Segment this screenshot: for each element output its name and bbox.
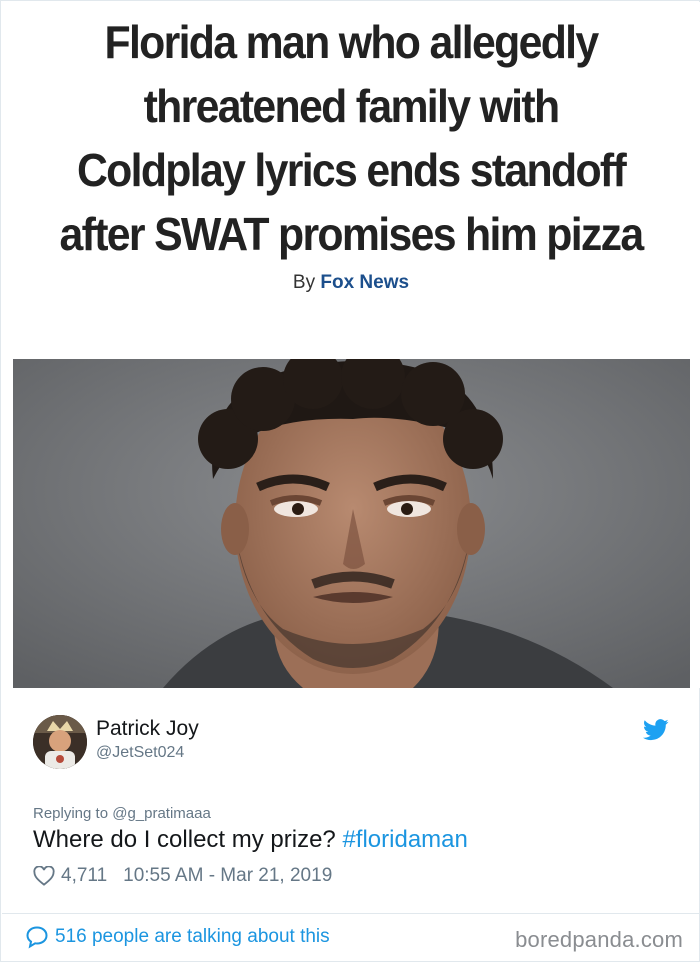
comment-bubble-icon xyxy=(26,926,48,949)
tweet-card: Florida man who allegedly threatened fam… xyxy=(0,0,700,962)
divider xyxy=(2,913,700,914)
avatar[interactable] xyxy=(33,715,87,769)
tweet-text: Where do I collect my prize? #floridaman xyxy=(33,826,468,854)
tweet-meta: 4,711 10:55 AM - Mar 21, 2019 xyxy=(33,863,332,889)
reply-prefix: Replying to xyxy=(33,805,109,822)
watermark: boredpanda.com xyxy=(515,927,683,952)
tweet-timestamp[interactable]: 10:55 AM - Mar 21, 2019 xyxy=(123,865,332,887)
author-name[interactable]: Patrick Joy xyxy=(96,717,199,741)
article-byline: By Fox News xyxy=(2,272,700,294)
reply-context: Replying to @g_pratimaaa xyxy=(33,805,211,822)
avatar-image xyxy=(33,715,87,769)
byline-source[interactable]: Fox News xyxy=(320,272,409,293)
heart-icon[interactable] xyxy=(33,866,55,886)
article-headline: Florida man who allegedly threatened fam… xyxy=(59,16,645,260)
tweet-body: Where do I collect my prize? xyxy=(33,826,336,853)
twitter-bird-icon[interactable] xyxy=(643,719,669,741)
talking-count-text: 516 people are talking about this xyxy=(55,926,330,947)
hashtag-link[interactable]: #floridaman xyxy=(342,826,467,853)
article-screenshot: Florida man who allegedly threatened fam… xyxy=(2,2,700,688)
author-handle[interactable]: @JetSet024 xyxy=(96,744,184,762)
reply-to-handle[interactable]: @g_pratimaaa xyxy=(112,805,211,822)
conversation-link[interactable]: 516 people are talking about this xyxy=(25,925,330,949)
like-count[interactable]: 4,711 xyxy=(61,865,107,887)
byline-prefix: By xyxy=(292,272,316,293)
mugshot-photo xyxy=(13,359,690,688)
tweet-header: Patrick Joy @JetSet024 xyxy=(33,713,673,773)
mugshot-illustration xyxy=(13,359,690,688)
